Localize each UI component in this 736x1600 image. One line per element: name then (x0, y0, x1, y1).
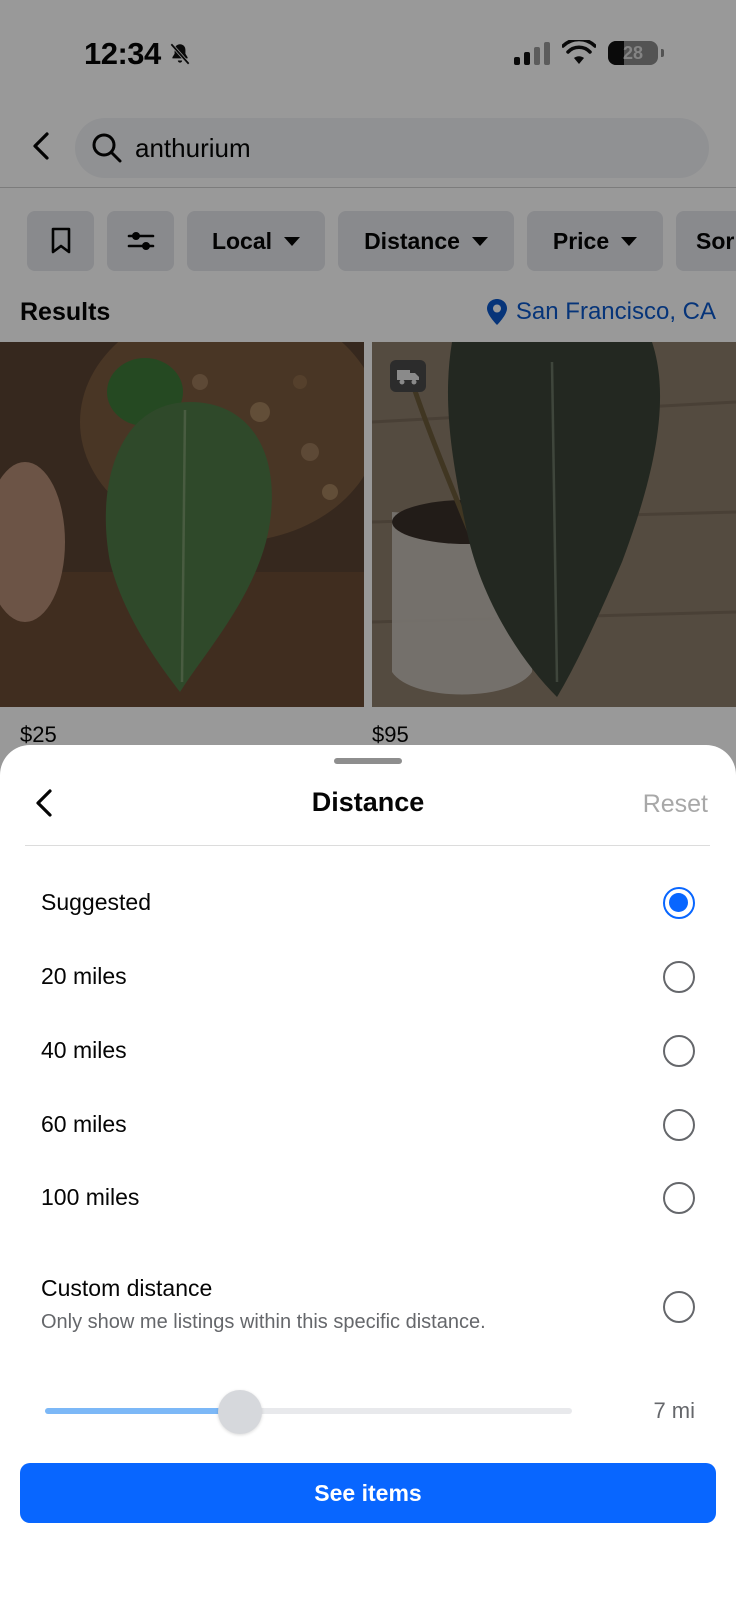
radio-button[interactable] (663, 1291, 695, 1323)
option-label: Suggested (41, 889, 151, 915)
distance-option-20-miles[interactable]: 20 miles (0, 947, 736, 1007)
option-label: 20 miles (41, 963, 127, 989)
distance-option-100-miles[interactable]: 100 miles (0, 1168, 736, 1228)
slider-track-fill (45, 1408, 240, 1414)
distance-slider[interactable] (45, 1390, 572, 1434)
radio-button[interactable] (663, 887, 695, 919)
distance-option-40-miles[interactable]: 40 miles (0, 1021, 736, 1081)
distance-option-60-miles[interactable]: 60 miles (0, 1095, 736, 1155)
radio-button[interactable] (663, 961, 695, 993)
custom-distance-description: Only show me listings within this specif… (41, 1311, 486, 1333)
radio-button[interactable] (663, 1109, 695, 1141)
radio-button[interactable] (663, 1182, 695, 1214)
slider-thumb[interactable] (218, 1390, 262, 1434)
option-label: 100 miles (41, 1184, 140, 1210)
slider-value: 7 mi (653, 1398, 695, 1423)
option-label: 60 miles (41, 1111, 127, 1137)
see-items-button[interactable]: See items (20, 1463, 716, 1523)
reset-button[interactable]: Reset (643, 790, 708, 819)
radio-button[interactable] (663, 1035, 695, 1067)
distance-option-suggested[interactable]: Suggested (0, 873, 736, 933)
custom-distance-title: Custom distance (41, 1275, 213, 1301)
sheet-grabber[interactable] (334, 758, 402, 764)
option-label: 40 miles (41, 1037, 127, 1063)
distance-bottom-sheet: Distance Reset Suggested 20 miles 40 mil… (0, 745, 736, 1600)
divider (25, 845, 710, 846)
distance-option-custom[interactable]: Custom distance Only show me listings wi… (0, 1275, 736, 1345)
sheet-title: Distance (311, 787, 425, 817)
